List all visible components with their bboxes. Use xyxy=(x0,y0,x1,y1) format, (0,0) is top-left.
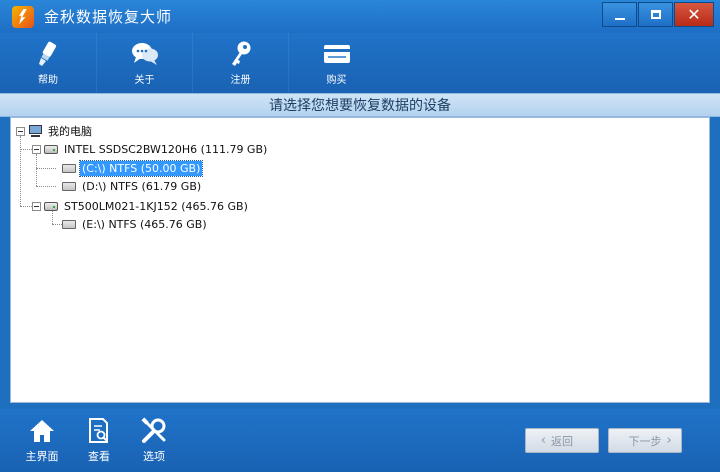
toolbar: 帮助 关于 注册 购买 xyxy=(0,33,720,93)
tree-node-label: (D:\) NTFS (61.79 GB) xyxy=(82,179,202,193)
tree-connector xyxy=(36,154,37,186)
view-document-icon xyxy=(85,417,113,445)
computer-icon xyxy=(28,124,43,138)
device-select-header: 请选择您想要恢复数据的设备 xyxy=(0,93,720,117)
view-label: 查看 xyxy=(88,450,110,463)
chevron-right-icon: › xyxy=(666,433,672,448)
partition-icon xyxy=(62,219,76,229)
chevron-left-icon: ‹ xyxy=(540,433,546,448)
about-label: 关于 xyxy=(134,75,155,86)
tree-connector xyxy=(20,206,32,207)
tree-node-label: (C:\) NTFS (50.00 GB) xyxy=(78,159,204,177)
tree-node-label: INTEL SSDSC2BW120H6 (111.79 GB) xyxy=(64,142,268,156)
about-button[interactable]: 关于 xyxy=(96,33,192,93)
tree-node-label: 我的电脑 xyxy=(48,125,92,138)
maximize-icon xyxy=(650,10,661,19)
register-key-icon xyxy=(227,40,255,68)
partition-icon xyxy=(62,181,76,191)
close-icon: ✕ xyxy=(687,4,701,24)
hard-disk-icon xyxy=(44,201,58,211)
help-label: 帮助 xyxy=(38,75,58,86)
close-button[interactable]: ✕ xyxy=(674,2,714,27)
tree-node-partition-c[interactable]: (C:\) NTFS (50.00 GB) xyxy=(62,159,204,177)
minimize-icon xyxy=(614,17,625,20)
bottom-bar: 主界面 查看 选项 ‹ 返回 › ‹ xyxy=(0,409,720,472)
back-label: 返回 xyxy=(551,434,573,448)
root-collapse-toggle[interactable] xyxy=(16,127,25,136)
options-button[interactable]: 选项 xyxy=(129,417,179,469)
tree-node-label: (E:\) NTFS (465.76 GB) xyxy=(82,217,207,231)
home-icon xyxy=(28,417,56,445)
buy-card-icon xyxy=(323,40,351,68)
register-label: 注册 xyxy=(230,75,251,86)
tree-node-label: ST500LM021-1KJ152 (465.76 GB) xyxy=(64,199,248,213)
tree-connector xyxy=(20,136,21,206)
tree-connector xyxy=(20,149,32,150)
help-brush-icon xyxy=(34,40,62,68)
register-button[interactable]: 注册 xyxy=(192,33,288,93)
title-bar: 金秋数据恢复大师 ✕ xyxy=(0,0,720,33)
buy-label: 购买 xyxy=(326,75,347,86)
options-tools-icon xyxy=(140,417,168,445)
next-button[interactable]: ‹ 下一步 › xyxy=(608,428,682,453)
about-chat-icon xyxy=(131,40,159,68)
disk1-collapse-toggle[interactable] xyxy=(32,145,41,154)
next-label: 下一步 xyxy=(628,434,662,448)
tree-node-my-computer[interactable]: 我的电脑 xyxy=(28,122,94,140)
app-logo-icon xyxy=(12,5,34,28)
home-label: 主界面 xyxy=(25,450,59,463)
tree-node-partition-e[interactable]: (E:\) NTFS (465.76 GB) xyxy=(62,215,209,233)
maximize-button[interactable] xyxy=(638,2,673,27)
disk2-collapse-toggle[interactable] xyxy=(32,202,41,211)
device-tree[interactable]: 我的电脑 INTEL SSDSC2BW120H6 (111.79 GB) (C:… xyxy=(10,117,710,403)
options-label: 选项 xyxy=(143,450,165,463)
tree-node-disk-2[interactable]: ST500LM021-1KJ152 (465.76 GB) xyxy=(44,197,250,215)
buy-button[interactable]: 购买 xyxy=(288,33,384,93)
partition-icon xyxy=(62,163,76,173)
back-button[interactable]: ‹ 返回 › xyxy=(525,428,599,453)
home-button[interactable]: 主界面 xyxy=(17,417,67,469)
tree-node-disk-1[interactable]: INTEL SSDSC2BW120H6 (111.79 GB) xyxy=(44,140,269,158)
hard-disk-icon xyxy=(44,144,58,154)
tree-node-partition-d[interactable]: (D:\) NTFS (61.79 GB) xyxy=(62,177,203,195)
header-text: 请选择您想要恢复数据的设备 xyxy=(269,98,451,114)
view-button[interactable]: 查看 xyxy=(74,417,124,469)
help-button[interactable]: 帮助 xyxy=(0,33,96,93)
window-title: 金秋数据恢复大师 xyxy=(44,8,173,26)
minimize-button[interactable] xyxy=(602,2,637,27)
tree-connector xyxy=(36,186,56,187)
tree-connector xyxy=(36,168,56,169)
window-controls: ✕ xyxy=(602,2,714,27)
